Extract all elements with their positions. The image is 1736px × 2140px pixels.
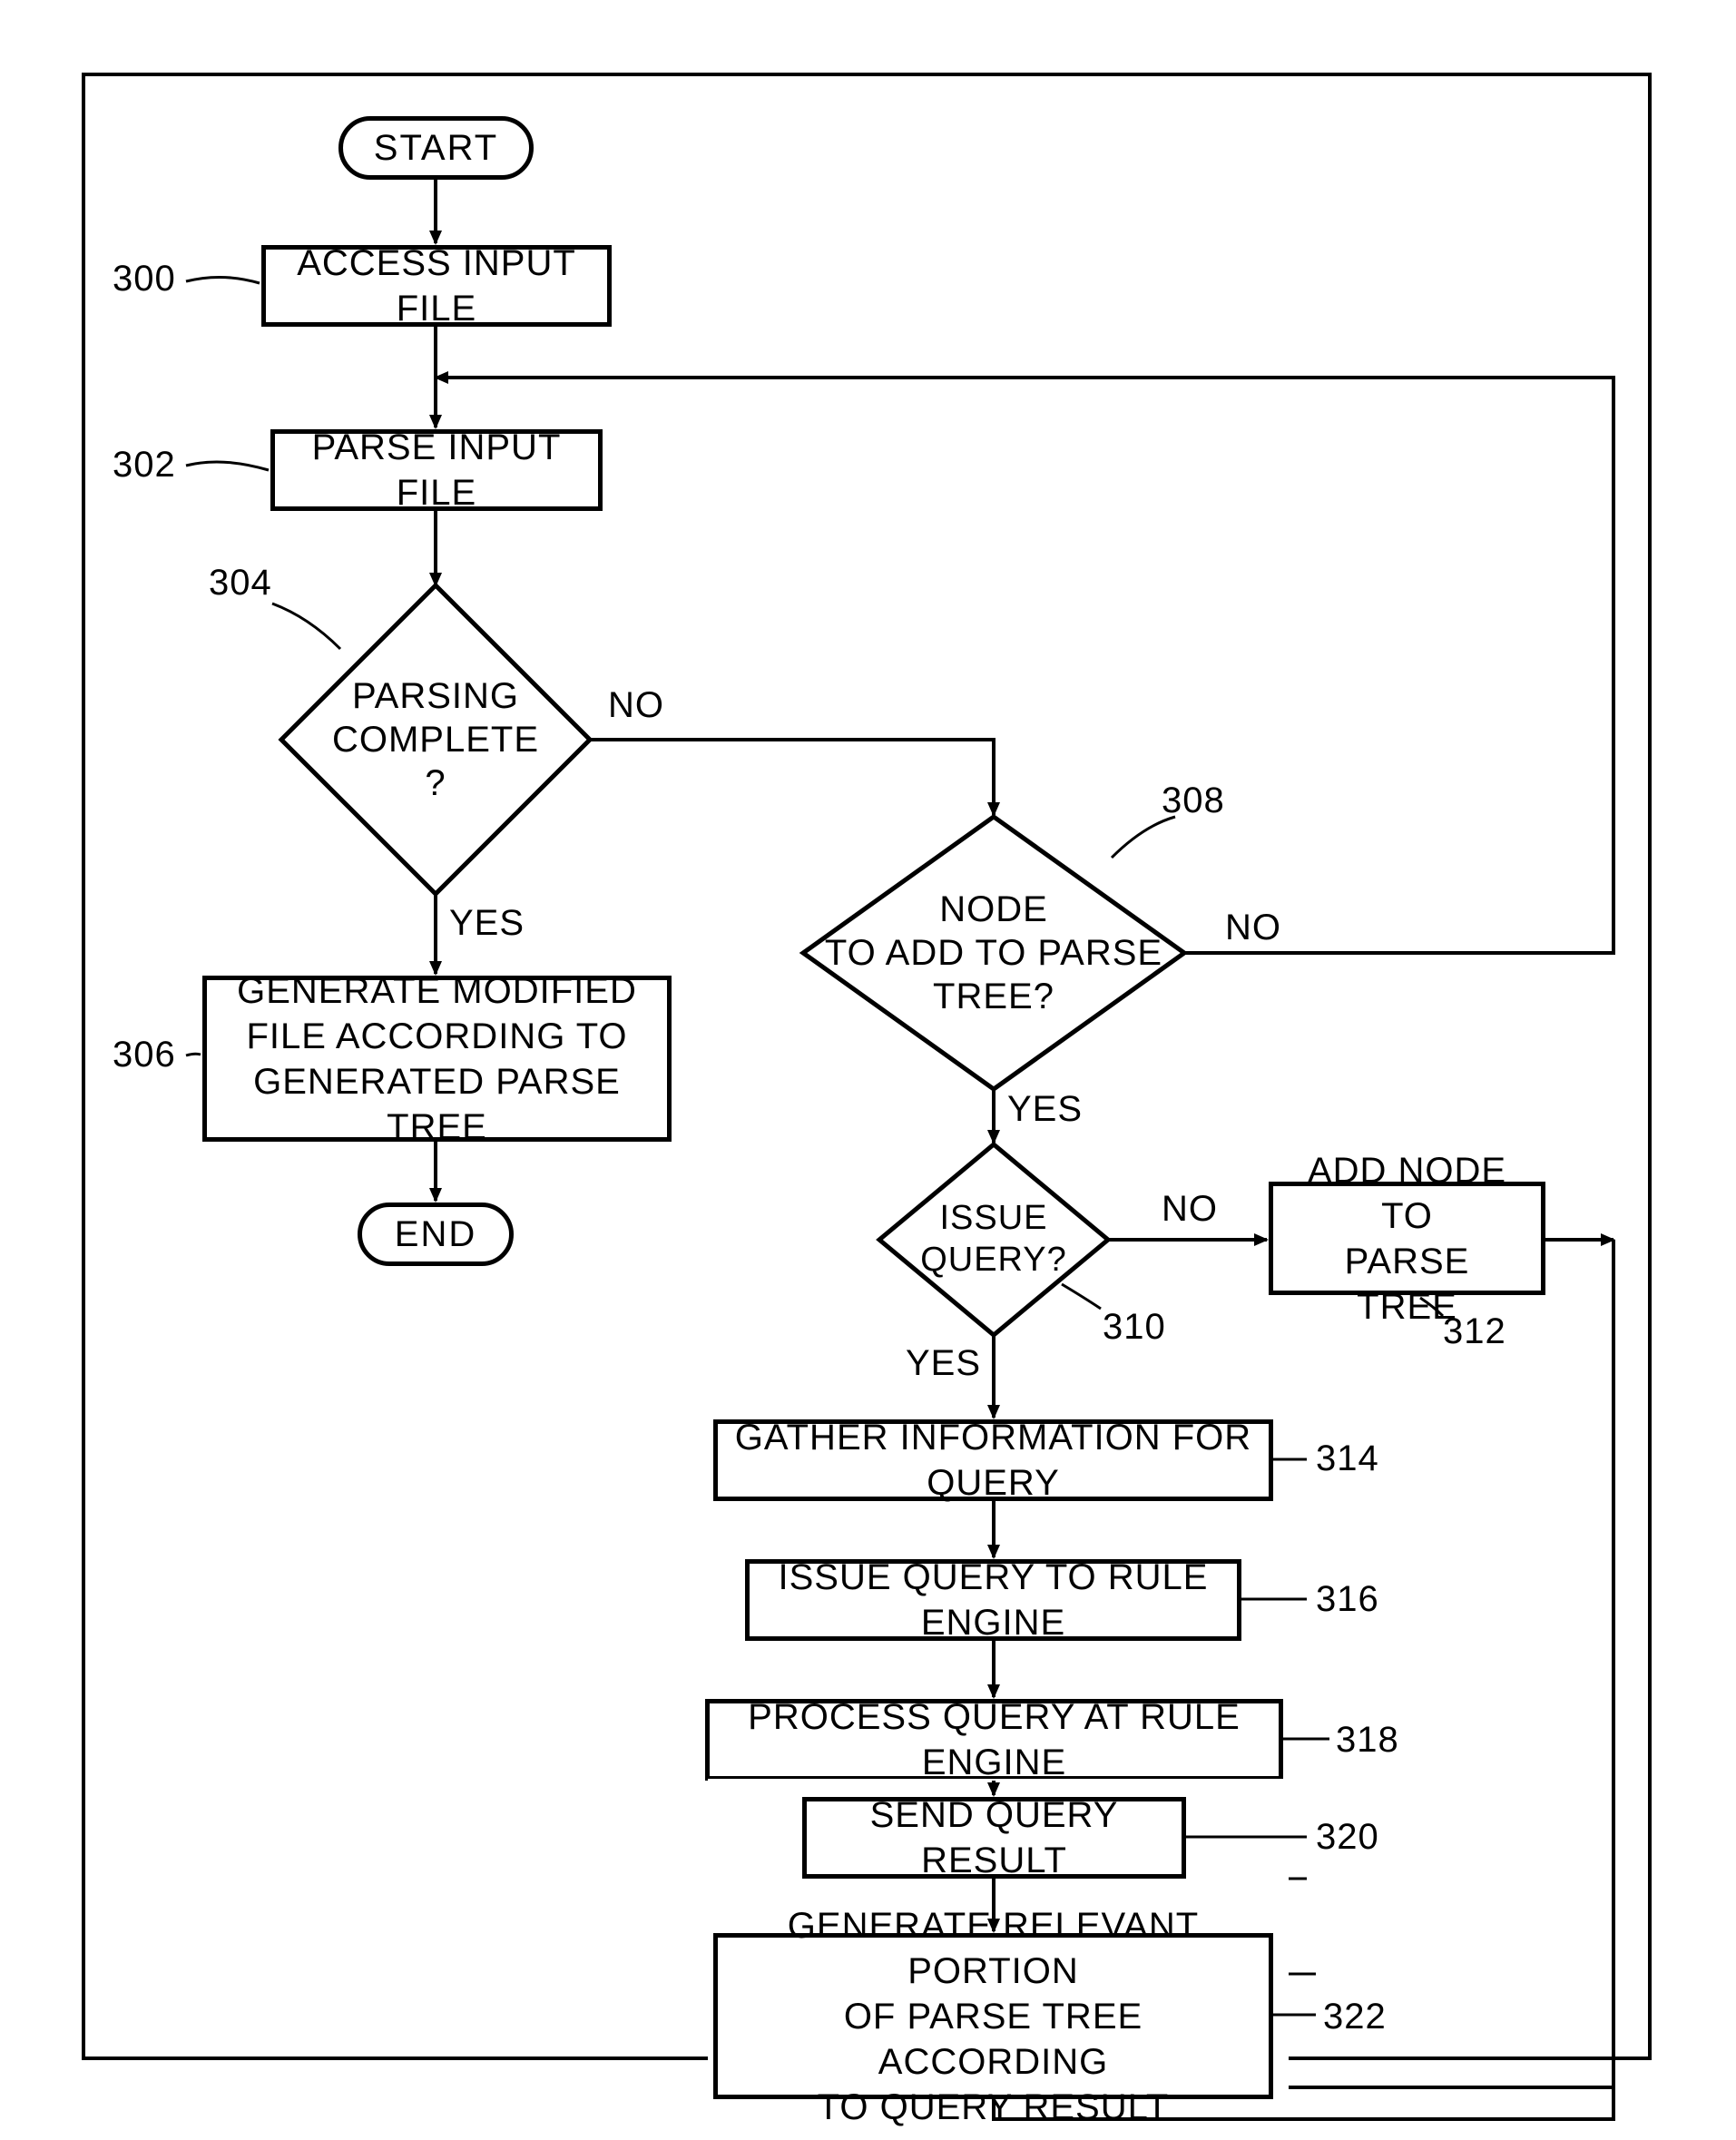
label-304-yes: YES	[449, 903, 525, 944]
process-text: ACCESS INPUT FILE	[282, 241, 591, 331]
decision-issue-query: ISSUE QUERY?	[875, 1140, 1113, 1340]
start-label: START	[374, 128, 498, 169]
p320-top: SEND QUERY RESULT	[802, 1797, 1186, 1879]
label-308-yes: YES	[1007, 1089, 1083, 1130]
process-text: GATHER INFORMATION FOR QUERY	[734, 1415, 1252, 1506]
process-text: ISSUE QUERY TO RULE ENGINE	[766, 1555, 1221, 1645]
ref-306: 306	[113, 1035, 176, 1075]
process-process-query: PROCESS QUERY AT RULE ENGINE	[705, 1699, 1283, 1781]
ref-308: 308	[1162, 780, 1225, 821]
ref-320: 320	[1316, 1817, 1379, 1858]
decision-node-to-add: NODE TO ADD TO PARSE TREE?	[799, 812, 1189, 1094]
process-text: PROCESS QUERY AT RULE ENGINE	[726, 1694, 1262, 1785]
end-terminator: END	[358, 1203, 514, 1266]
process-add-node: ADD NODE TO PARSE TREE	[1269, 1182, 1545, 1295]
decision-parsing-complete: PARSING COMPLETE ?	[277, 581, 594, 898]
process-parse-input: PARSE INPUT FILE	[270, 429, 603, 511]
process-issue-query: ISSUE QUERY TO RULE ENGINE	[745, 1559, 1241, 1641]
label-310-no: NO	[1162, 1189, 1218, 1230]
process-generate-modified: GENERATE MODIFIED FILE ACCORDING TO GENE…	[202, 976, 672, 1142]
label-304-no: NO	[608, 685, 664, 726]
process-text: ADD NODE TO PARSE TREE	[1290, 1148, 1525, 1330]
process-text: GENERATE MODIFIED FILE ACCORDING TO GENE…	[223, 968, 651, 1150]
end-label: END	[395, 1214, 476, 1255]
process-access-input: ACCESS INPUT FILE	[261, 245, 612, 327]
ref-312: 312	[1443, 1311, 1506, 1352]
process-text: PARSE INPUT FILE	[291, 425, 582, 515]
ref-300: 300	[113, 259, 176, 299]
decision-text: PARSING COMPLETE ?	[332, 674, 539, 805]
process-text: SEND QUERY RESULT	[823, 1792, 1165, 1883]
ref-304: 304	[209, 563, 272, 604]
ref-302: 302	[113, 445, 176, 486]
ref-314: 314	[1316, 1438, 1379, 1479]
label-308-no: NO	[1225, 908, 1281, 948]
ref-322: 322	[1323, 1997, 1387, 2037]
process-text: GENERATE RELEVANT PORTION OF PARSE TREE …	[734, 1903, 1252, 2130]
label-310-yes: YES	[906, 1343, 981, 1384]
start-terminator: START	[338, 116, 534, 180]
ref-316: 316	[1316, 1579, 1379, 1620]
ref-310: 310	[1103, 1307, 1166, 1348]
ref-318: 318	[1336, 1720, 1399, 1761]
decision-text: ISSUE QUERY?	[920, 1198, 1067, 1281]
process-gather-info: GATHER INFORMATION FOR QUERY	[713, 1419, 1273, 1501]
p322-top: GENERATE RELEVANT PORTION OF PARSE TREE …	[713, 1933, 1273, 2099]
decision-text: NODE TO ADD TO PARSE TREE?	[825, 888, 1162, 1018]
